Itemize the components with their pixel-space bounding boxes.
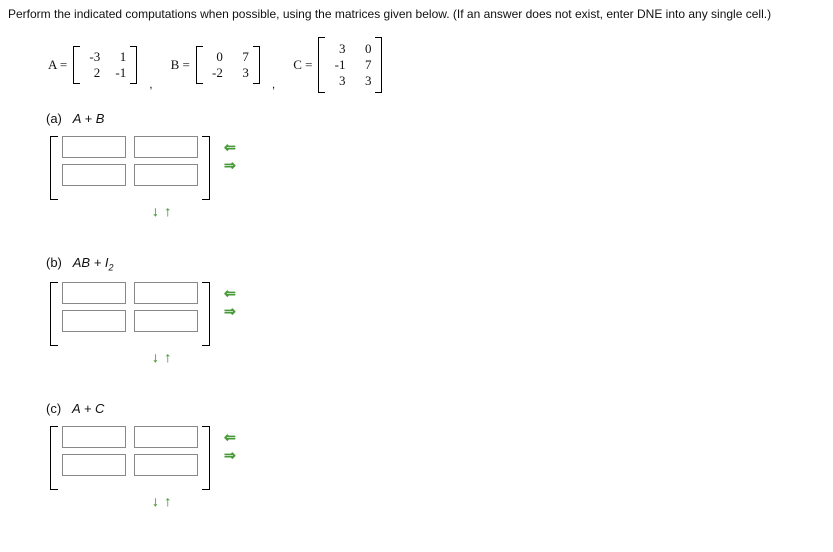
bracket-left [50, 426, 58, 490]
answer-cell-a-0-0[interactable] [62, 136, 126, 158]
answer-grid-a: ⇐ ⇒ [50, 134, 825, 200]
answer-grid-c: ⇐ ⇒ [50, 424, 825, 490]
matrix-C-cell: 3 [329, 73, 345, 89]
answer-cell-b-1-0[interactable] [62, 310, 126, 332]
remove-row-icon[interactable]: ↑ [164, 203, 171, 219]
matrix-C: C = 3 0 -1 7 3 3 [293, 37, 382, 93]
matrix-C-cell: 7 [355, 57, 371, 73]
instructions: Perform the indicated computations when … [8, 6, 825, 23]
part-b-subscript: 2 [109, 262, 114, 272]
matrix-B-cell: 3 [233, 65, 249, 81]
matrix-C-cell: 3 [355, 73, 371, 89]
add-row-icon[interactable]: ↓ [152, 203, 159, 219]
part-a-expr: A + B [73, 111, 105, 126]
given-matrices: A = -3 1 2 -1 , B = 0 7 -2 3 [48, 37, 825, 93]
answer-cell-b-1-1[interactable] [134, 310, 198, 332]
matrix-C-label: C = [293, 57, 312, 73]
add-col-icon[interactable]: ⇒ [224, 158, 236, 172]
answer-grid-b: ⇐ ⇒ [50, 280, 825, 346]
answer-cell-c-1-1[interactable] [134, 454, 198, 476]
answer-cell-b-0-1[interactable] [134, 282, 198, 304]
matrix-B-label: B = [171, 57, 190, 73]
answer-cell-b-0-0[interactable] [62, 282, 126, 304]
part-b: (b) AB + I2 ⇐ ⇒ ↓ ↑ [46, 255, 825, 366]
separator: , [272, 77, 275, 93]
matrix-A: A = -3 1 2 -1 [48, 46, 137, 84]
answer-cell-c-0-1[interactable] [134, 426, 198, 448]
bracket-right [202, 136, 210, 200]
answer-cell-c-0-0[interactable] [62, 426, 126, 448]
matrix-B-cell: 7 [233, 49, 249, 65]
bracket-right [202, 282, 210, 346]
add-col-icon[interactable]: ⇒ [224, 448, 236, 462]
bracket-left [50, 282, 58, 346]
part-c: (c) A + C ⇐ ⇒ ↓ ↑ [46, 401, 825, 509]
matrix-A-cell: -1 [110, 65, 126, 81]
remove-row-icon[interactable]: ↑ [164, 349, 171, 365]
matrix-B-cell: -2 [207, 65, 223, 81]
matrix-A-cell: -3 [84, 49, 100, 65]
matrix-B: B = 0 7 -2 3 [171, 46, 260, 84]
matrix-C-cell: -1 [329, 57, 345, 73]
answer-cell-a-0-1[interactable] [134, 136, 198, 158]
bracket-right [202, 426, 210, 490]
matrix-C-cell: 0 [355, 41, 371, 57]
matrix-A-label: A = [48, 57, 67, 73]
matrix-C-cell: 3 [329, 41, 345, 57]
add-row-icon[interactable]: ↓ [152, 493, 159, 509]
part-b-expr: AB + I [73, 255, 109, 270]
part-a: (a) A + B ⇐ ⇒ ↓ ↑ [46, 111, 825, 219]
matrix-B-cell: 0 [207, 49, 223, 65]
answer-cell-a-1-1[interactable] [134, 164, 198, 186]
add-col-icon[interactable]: ⇒ [224, 304, 236, 318]
part-b-label: (b) AB + I2 [46, 255, 825, 273]
part-c-expr: A + C [72, 401, 104, 416]
add-row-icon[interactable]: ↓ [152, 349, 159, 365]
remove-col-icon[interactable]: ⇐ [224, 140, 236, 154]
bracket-left [50, 136, 58, 200]
part-a-tag: (a) [46, 111, 62, 126]
part-c-tag: (c) [46, 401, 61, 416]
remove-col-icon[interactable]: ⇐ [224, 430, 236, 444]
part-a-label: (a) A + B [46, 111, 825, 126]
part-c-label: (c) A + C [46, 401, 825, 416]
matrix-A-cell: 2 [84, 65, 100, 81]
answer-cell-c-1-0[interactable] [62, 454, 126, 476]
part-b-tag: (b) [46, 255, 62, 270]
remove-row-icon[interactable]: ↑ [164, 493, 171, 509]
separator: , [149, 77, 152, 93]
remove-col-icon[interactable]: ⇐ [224, 286, 236, 300]
answer-cell-a-1-0[interactable] [62, 164, 126, 186]
matrix-A-cell: 1 [110, 49, 126, 65]
